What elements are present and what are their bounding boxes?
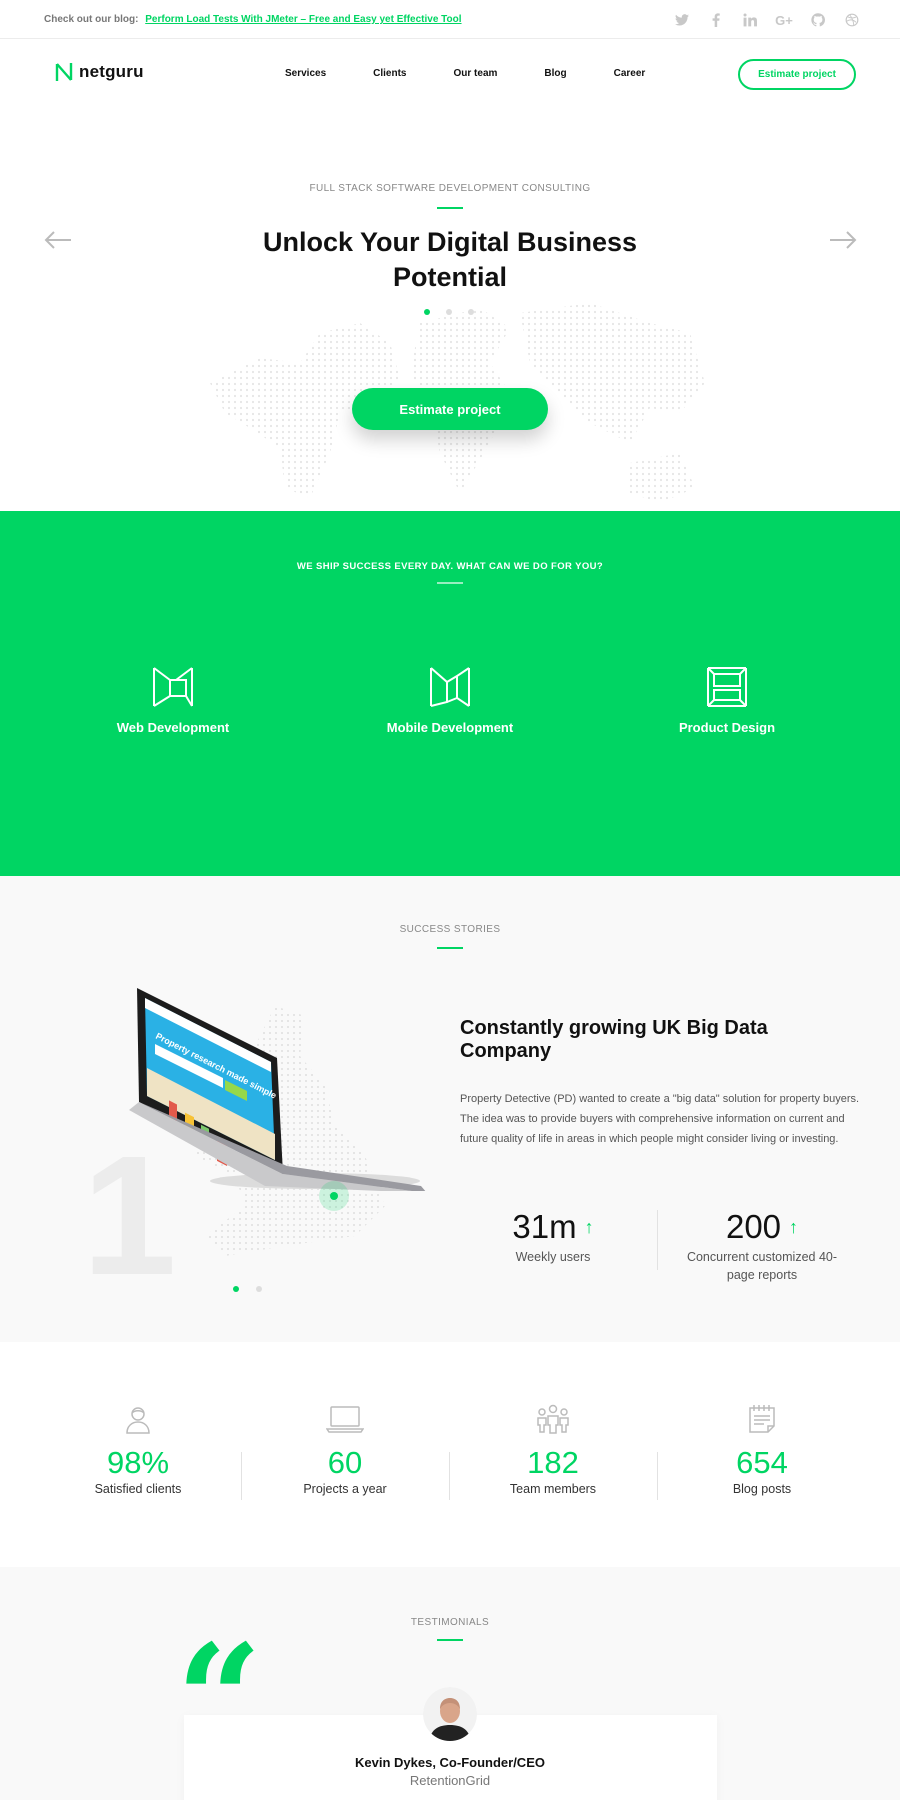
testimonials-eyebrow: TESTIMONIALS <box>410 1617 490 1628</box>
nav-item-services[interactable]: Services <box>285 68 326 79</box>
service-label: Mobile Development <box>386 720 514 735</box>
product-design-icon <box>707 667 747 707</box>
laptop-icon <box>326 1406 364 1433</box>
nav-item-our-team[interactable]: Our team <box>454 68 498 79</box>
kpi-divider <box>449 1452 450 1500</box>
testimonials-section: “ TESTIMONIALS Kevin Dykes, Co-Founder/C… <box>0 1567 900 1800</box>
dribbble-icon[interactable] <box>844 12 860 28</box>
success-divider <box>437 947 463 949</box>
twitter-icon[interactable] <box>674 12 690 28</box>
github-icon[interactable] <box>810 12 826 28</box>
stat-divider <box>657 1210 658 1270</box>
case-stat-weekly-users: 31m ↑ Weekly users <box>468 1208 638 1266</box>
kpi-caption: Team members <box>509 1482 597 1496</box>
service-web-development[interactable]: Web Development <box>73 666 273 735</box>
success-stories-section: SUCCESS STORIES 1 Property research made… <box>0 876 900 1342</box>
stat-value: 31m <box>512 1208 577 1245</box>
logo-text: netguru <box>79 62 144 81</box>
kpi-projects: 60 Projects a year <box>255 1404 435 1496</box>
map-location-marker <box>319 1181 349 1211</box>
blog-promo-link[interactable]: Perform Load Tests With JMeter – Free an… <box>145 14 461 25</box>
kpi-blog-posts: 654 Blog posts <box>672 1404 852 1496</box>
avatar <box>423 1687 477 1741</box>
kpi-divider <box>657 1452 658 1500</box>
hero-divider <box>437 207 463 209</box>
kpi-caption: Blog posts <box>732 1482 792 1496</box>
stat-caption: Concurrent customized 40-page reports <box>686 1250 838 1282</box>
kpi-value: 60 <box>327 1445 363 1480</box>
user-icon <box>126 1407 150 1434</box>
team-icon <box>537 1404 569 1434</box>
service-product-design[interactable]: Product Design <box>627 666 827 735</box>
service-label: Web Development <box>116 720 230 735</box>
laptop-illustration: Property research made simple <box>129 988 426 1191</box>
services-section: WE SHIP SUCCESS EVERY DAY. WHAT CAN WE D… <box>0 511 900 876</box>
hero-section: FULL STACK SOFTWARE DEVELOPMENT CONSULTI… <box>0 108 900 511</box>
service-mobile-development[interactable]: Mobile Development <box>350 666 550 735</box>
slider-dot-3[interactable] <box>468 309 474 315</box>
kpi-caption: Satisfied clients <box>94 1482 182 1496</box>
case-slider-dot-2[interactable] <box>256 1286 262 1292</box>
stat-value: 200 <box>725 1208 782 1245</box>
notepad-icon <box>749 1405 775 1433</box>
kpi-divider <box>241 1452 242 1500</box>
nav-menu: Services Clients Our team Blog Career <box>285 68 692 79</box>
kpi-satisfied-clients: 98% Satisfied clients <box>48 1404 228 1496</box>
hero-title-line-1: Unlock Your Digital Business <box>262 227 638 257</box>
hero-title-line-2: Potential <box>392 262 507 292</box>
case-slider-dot-1[interactable] <box>233 1286 239 1292</box>
stat-caption: Weekly users <box>515 1250 591 1264</box>
estimate-project-button-hero[interactable]: Estimate project <box>352 388 548 430</box>
case-description: Property Detective (PD) wanted to create… <box>460 1093 860 1145</box>
hero-title: Unlock Your Digital Business Potential <box>0 225 900 295</box>
testimonial-company: RetentionGrid <box>409 1773 491 1788</box>
services-eyebrow: WE SHIP SUCCESS EVERY DAY. WHAT CAN WE D… <box>296 561 604 572</box>
slider-dot-2[interactable] <box>446 309 452 315</box>
netguru-logo-icon <box>55 63 73 81</box>
nav-item-clients[interactable]: Clients <box>373 68 406 79</box>
mobile-development-icon <box>430 667 470 707</box>
nav-item-blog[interactable]: Blog <box>544 68 566 79</box>
services-divider <box>437 582 463 584</box>
kpi-value: 182 <box>527 1445 579 1480</box>
blog-promo: Check out our blog: Perform Load Tests W… <box>44 14 462 25</box>
kpi-caption: Projects a year <box>303 1482 387 1496</box>
web-development-icon <box>153 667 193 707</box>
hero-eyebrow: FULL STACK SOFTWARE DEVELOPMENT CONSULTI… <box>309 183 591 194</box>
estimate-project-button-nav[interactable]: Estimate project <box>738 59 856 90</box>
nav-item-career[interactable]: Career <box>614 68 646 79</box>
linkedin-icon[interactable] <box>742 12 758 28</box>
slider-dot-1[interactable] <box>424 309 430 315</box>
logo[interactable]: netguru <box>55 62 144 82</box>
testimonials-divider <box>437 1639 463 1641</box>
top-bar: Check out our blog: Perform Load Tests W… <box>0 0 900 39</box>
testimonial-author: Kevin Dykes, Co-Founder/CEO <box>355 1755 545 1770</box>
social-links: G+ <box>674 12 860 28</box>
arrow-up-icon: ↑ <box>789 1216 799 1237</box>
slider-dots <box>424 309 474 315</box>
case-stat-reports: 200 ↑ Concurrent customized 40-page repor… <box>677 1208 847 1284</box>
service-label: Product Design <box>678 720 776 735</box>
company-numbers-section: 98% Satisfied clients 60 Projects a year… <box>0 1342 900 1567</box>
facebook-icon[interactable] <box>708 12 724 28</box>
kpi-value: 98% <box>106 1445 170 1480</box>
blog-promo-label: Check out our blog: <box>44 14 139 25</box>
google-plus-icon[interactable]: G+ <box>775 12 793 28</box>
success-eyebrow: SUCCESS STORIES <box>399 924 501 935</box>
main-nav: netguru Services Clients Our team Blog C… <box>0 40 900 108</box>
case-title: Constantly growing UK Big Data Company <box>460 1017 768 1062</box>
arrow-up-icon: ↑ <box>584 1216 594 1237</box>
kpi-team-members: 182 Team members <box>463 1404 643 1496</box>
kpi-value: 654 <box>736 1445 788 1480</box>
